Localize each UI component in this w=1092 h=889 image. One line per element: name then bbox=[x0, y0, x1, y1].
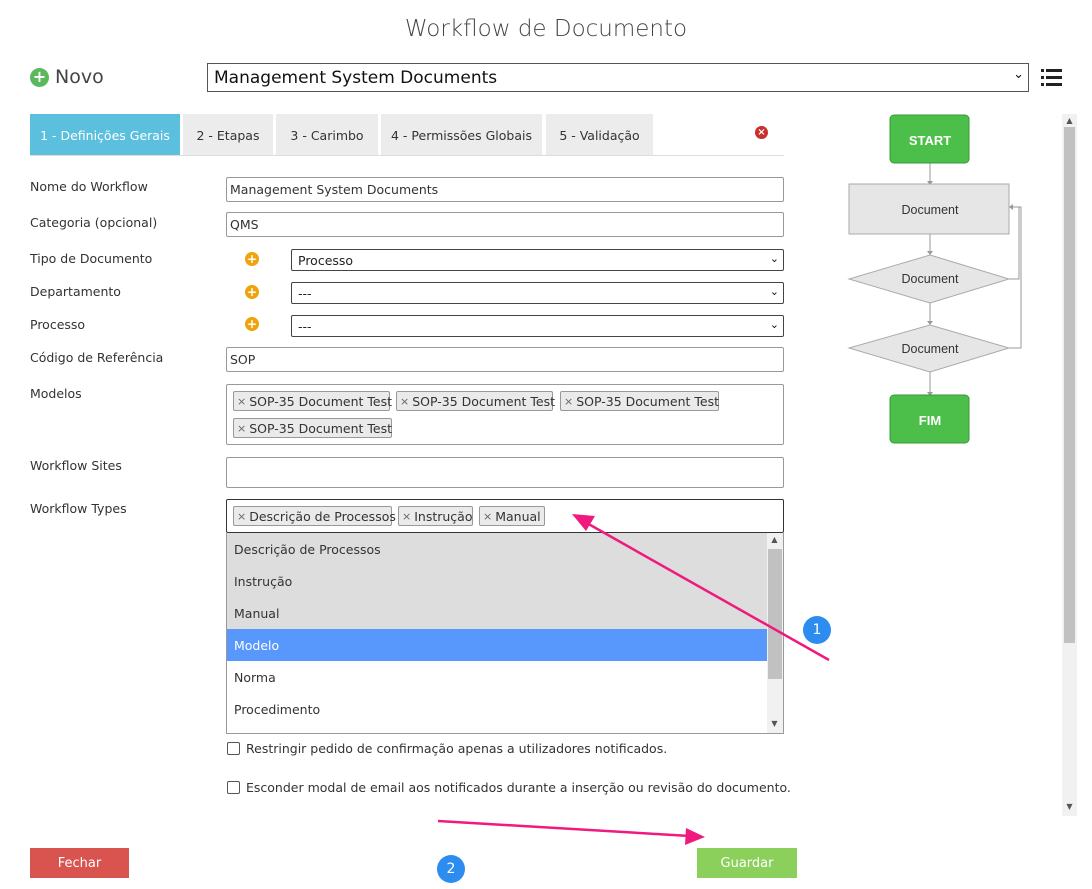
annotation-badge-1: 1 bbox=[803, 616, 831, 644]
annotation-arrows bbox=[437, 514, 830, 845]
annotation-badge-2: 2 bbox=[437, 855, 465, 883]
